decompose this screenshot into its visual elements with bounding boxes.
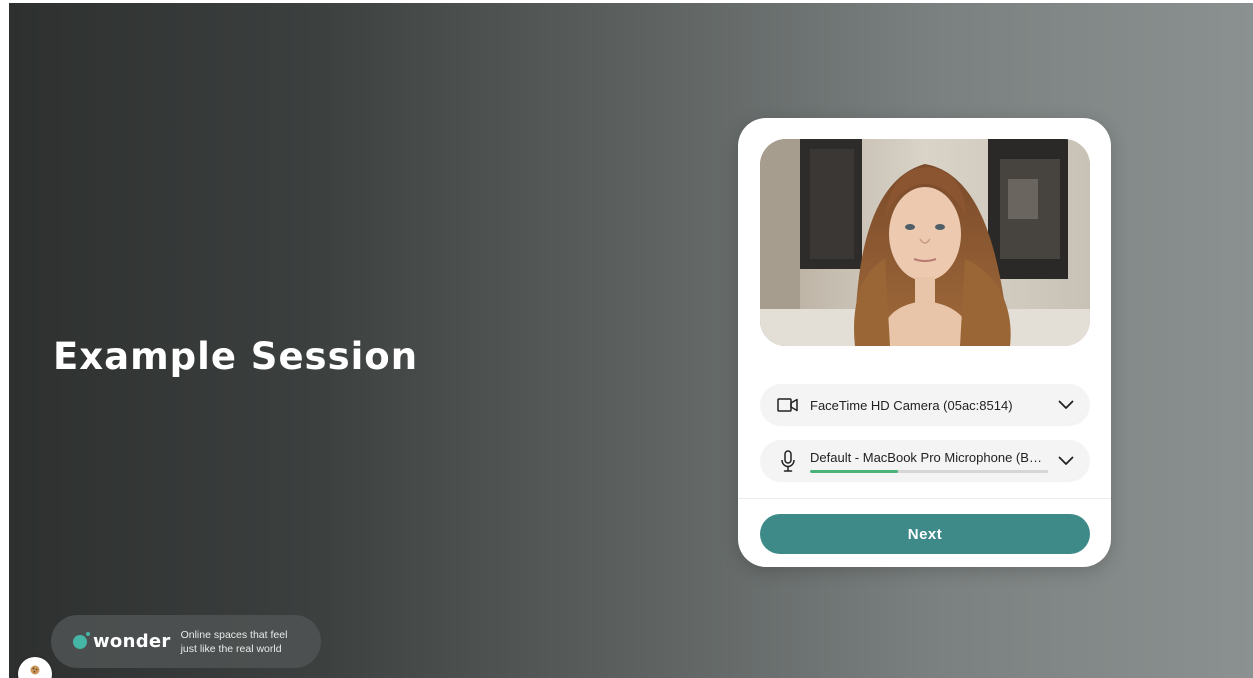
- card-divider: [738, 498, 1111, 499]
- brand-tagline-line1: Online spaces that feel: [180, 628, 288, 641]
- microphone-icon: [776, 449, 800, 473]
- background-stage: Example Session FaceTime HD Camera (05ac…: [9, 3, 1253, 678]
- camera-preview-image: [760, 139, 1090, 346]
- next-button[interactable]: Next: [760, 514, 1090, 554]
- brand-badge[interactable]: wonder Online spaces that feel just like…: [51, 615, 321, 668]
- device-setup-card: FaceTime HD Camera (05ac:8514) Default -…: [738, 118, 1111, 567]
- chevron-down-icon[interactable]: [1056, 451, 1076, 471]
- microphone-select-label: Default - MacBook Pro Microphone (Built-…: [810, 449, 1048, 465]
- camera-select-label: FaceTime HD Camera (05ac:8514): [810, 397, 1013, 413]
- cookie-icon: [30, 665, 40, 678]
- session-title: Example Session: [53, 335, 419, 378]
- microphone-level-meter: [810, 469, 1048, 473]
- video-camera-icon: [776, 393, 800, 417]
- camera-preview: [760, 139, 1090, 346]
- wonder-logo-icon: [73, 631, 90, 649]
- brand-name: wonder: [93, 631, 171, 652]
- microphone-select[interactable]: Default - MacBook Pro Microphone (Built-…: [760, 440, 1090, 482]
- chevron-down-icon[interactable]: [1056, 395, 1076, 415]
- microphone-level-fill: [810, 469, 899, 473]
- brand-tagline-line2: just like the real world: [180, 642, 282, 655]
- brand-tagline: Online spaces that feel just like the re…: [181, 628, 311, 656]
- camera-select[interactable]: FaceTime HD Camera (05ac:8514): [760, 384, 1090, 426]
